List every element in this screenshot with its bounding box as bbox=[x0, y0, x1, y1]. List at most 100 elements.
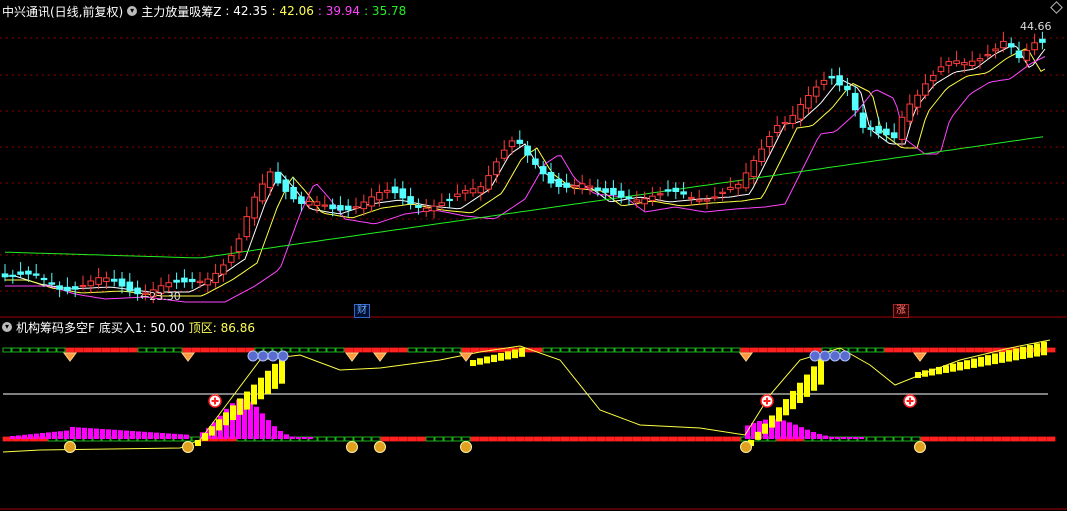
step-bar bbox=[978, 356, 984, 367]
sub-indicator-menu-icon[interactable]: ▾ bbox=[2, 322, 12, 332]
hist-bar bbox=[64, 430, 69, 439]
signal-segment bbox=[290, 347, 300, 353]
signal-segment bbox=[344, 347, 354, 353]
signal-segment bbox=[623, 436, 633, 442]
step-bar bbox=[505, 351, 511, 360]
signal-segment bbox=[92, 347, 102, 353]
hist-bar bbox=[106, 429, 111, 439]
candle-body bbox=[243, 216, 251, 238]
candle-body bbox=[984, 54, 992, 57]
face-icon bbox=[819, 350, 831, 362]
candle-body bbox=[415, 205, 422, 208]
signal-segment bbox=[848, 347, 858, 353]
sub-label-top: 顶区: 86.86 bbox=[188, 320, 255, 335]
signal-segment bbox=[704, 436, 714, 442]
candle-body bbox=[750, 160, 758, 178]
candle-body bbox=[914, 94, 921, 108]
hist-bar bbox=[781, 420, 786, 439]
step-bar bbox=[964, 360, 970, 370]
indicator-menu-icon[interactable]: ▾ bbox=[127, 6, 138, 16]
step-bar bbox=[769, 415, 775, 428]
signal-segment bbox=[614, 436, 624, 442]
candle-body bbox=[118, 278, 126, 287]
finance-badge[interactable]: 财 bbox=[354, 304, 370, 318]
signal-segment bbox=[119, 347, 129, 353]
candle-body bbox=[399, 188, 407, 199]
hist-bar bbox=[52, 431, 57, 439]
signal-segment bbox=[326, 436, 336, 442]
limit-up-badge[interactable]: 涨 bbox=[893, 304, 909, 318]
money-bag-icon bbox=[374, 441, 386, 453]
face-icon bbox=[267, 350, 279, 362]
main-header: 中兴通讯(日线,前复权) ▾ 主力放量吸筹Z : 42.35 : 42.06 :… bbox=[2, 3, 410, 19]
candle-body bbox=[220, 264, 227, 275]
candle-body bbox=[165, 282, 173, 288]
signal-segment bbox=[470, 436, 480, 442]
signal-segment bbox=[605, 347, 615, 353]
candle-body bbox=[485, 175, 492, 190]
signal-segment bbox=[911, 347, 921, 353]
signal-segment bbox=[209, 347, 219, 353]
candle-body bbox=[820, 79, 828, 85]
candle-body bbox=[368, 196, 375, 207]
signal-segment bbox=[11, 347, 21, 353]
step-bar bbox=[258, 377, 264, 400]
hist-bar bbox=[817, 433, 822, 439]
signal-segment bbox=[497, 436, 507, 442]
hist-bar bbox=[278, 430, 283, 439]
signal-segment bbox=[542, 347, 552, 353]
candle-body bbox=[664, 189, 672, 192]
candle-body bbox=[968, 60, 976, 66]
signal-segment bbox=[416, 436, 426, 442]
candle-body bbox=[859, 112, 867, 128]
signal-segment bbox=[344, 436, 354, 442]
signal-segment bbox=[992, 436, 1002, 442]
hist-bar bbox=[787, 422, 792, 439]
signal-segment bbox=[452, 436, 462, 442]
signal-segment bbox=[407, 347, 417, 353]
signal-segment bbox=[362, 436, 372, 442]
signal-segment bbox=[1001, 436, 1011, 442]
hist-bar bbox=[76, 427, 81, 439]
candle-body bbox=[25, 270, 32, 275]
candle-body bbox=[181, 277, 188, 283]
candle-body bbox=[126, 281, 134, 292]
candle-body bbox=[555, 178, 563, 187]
candle-body bbox=[1031, 42, 1038, 51]
candle-body bbox=[844, 85, 851, 91]
candle-body bbox=[695, 199, 703, 202]
candle-body bbox=[508, 140, 516, 148]
signal-segment bbox=[398, 436, 408, 442]
candle-body bbox=[251, 196, 258, 219]
hist-bar bbox=[775, 419, 780, 439]
hist-bar bbox=[100, 429, 105, 439]
candle-body bbox=[929, 74, 937, 82]
signal-segment bbox=[902, 347, 912, 353]
hist-bar bbox=[799, 427, 804, 439]
signal-segment bbox=[695, 347, 705, 353]
gem-icon bbox=[345, 352, 359, 362]
candle-body bbox=[1039, 38, 1046, 43]
candle-body bbox=[383, 189, 391, 193]
signal-segment bbox=[461, 347, 471, 353]
signal-segment bbox=[767, 347, 777, 353]
candle-body bbox=[719, 191, 726, 194]
candle-body bbox=[282, 179, 290, 192]
signal-segment bbox=[452, 347, 462, 353]
candle-body bbox=[103, 277, 110, 282]
signal-segment bbox=[506, 436, 516, 442]
step-bar bbox=[498, 353, 504, 361]
signal-segment bbox=[929, 436, 939, 442]
candle-body bbox=[71, 286, 79, 290]
money-bag-icon bbox=[460, 441, 472, 453]
signal-segment bbox=[650, 436, 660, 442]
face-icon bbox=[247, 350, 259, 362]
hist-bar bbox=[284, 434, 289, 439]
signal-segment bbox=[596, 347, 606, 353]
chart-canvas[interactable] bbox=[0, 0, 1067, 511]
signal-segment bbox=[893, 436, 903, 442]
hist-bar bbox=[835, 437, 840, 439]
ma-value-2: : 42.06 bbox=[271, 4, 314, 18]
step-bar bbox=[244, 391, 250, 410]
signal-segment bbox=[335, 436, 345, 442]
